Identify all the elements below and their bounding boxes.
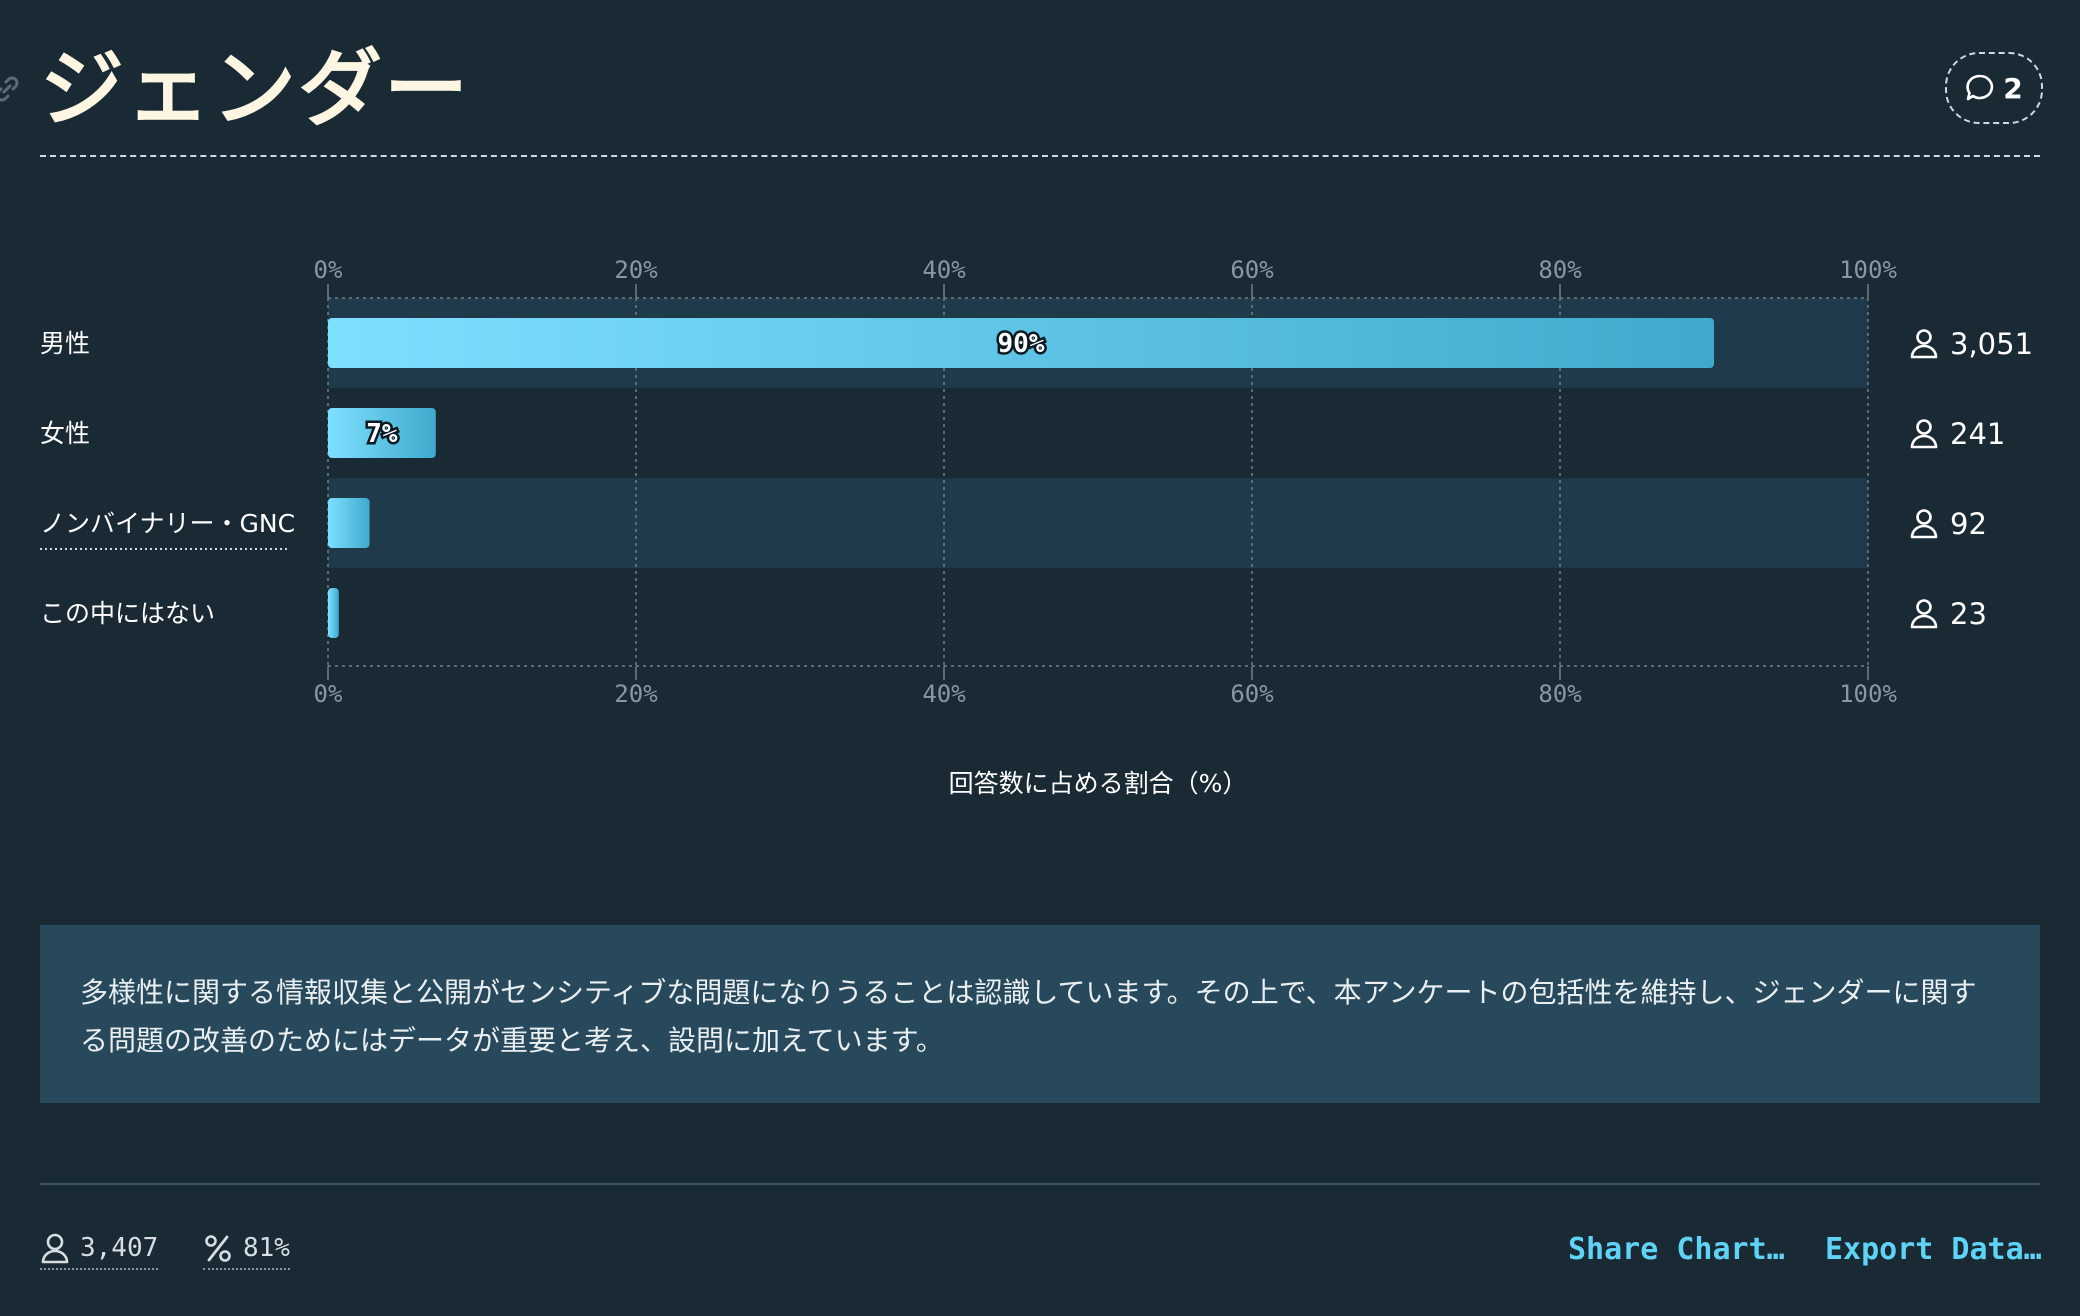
export-data-button[interactable]: Export Data…: [1825, 1232, 2042, 1267]
row-background: [328, 478, 1868, 568]
footer-divider: [40, 1183, 2040, 1185]
x-tick-label-top: 60%: [1230, 256, 1274, 284]
respondent-count: 92: [1950, 507, 1987, 541]
x-tick-label-bottom: 20%: [614, 680, 658, 708]
respondent-count: 241: [1950, 417, 2005, 451]
person-icon-body: [1910, 524, 1938, 539]
x-tick-label-top: 40%: [922, 256, 966, 284]
respondents-count: 3,407: [80, 1233, 159, 1263]
percentage-value: 81%: [243, 1233, 290, 1263]
x-tick-label-bottom: 100%: [1839, 680, 1897, 708]
person-icon-head: [1916, 599, 1932, 615]
category-label: 女性: [40, 419, 90, 448]
x-tick-label-top: 100%: [1839, 256, 1897, 284]
person-icon: [1910, 419, 1938, 449]
person-icon-body: [1910, 344, 1938, 359]
x-tick-label-bottom: 40%: [922, 680, 966, 708]
person-icon: [41, 1233, 69, 1264]
person-icon: [1910, 509, 1938, 539]
person-icon-head: [1916, 329, 1932, 345]
info-note-text: 多様性に関する情報収集と公開がセンシティブな問題になりうることは認識しています。…: [80, 976, 1977, 1057]
respondent-count: 23: [1950, 597, 1987, 631]
person-icon-body: [1910, 614, 1938, 629]
person-icon-head: [1916, 419, 1932, 435]
person-icon: [1910, 599, 1938, 629]
x-tick-label-top: 20%: [614, 256, 658, 284]
bar-value-label: 90%: [998, 329, 1045, 359]
person-icon-head: [1916, 509, 1932, 525]
percentage-stat[interactable]: 81%: [203, 1232, 290, 1270]
bar-value-label: 7%: [366, 419, 398, 449]
x-tick-label-bottom: 80%: [1538, 680, 1582, 708]
respondent-count: 3,051: [1950, 327, 2033, 361]
gender-bar-chart: 0% 0% 20% 20% 40% 40% 60% 60% 80% 80% 100% 100% 男性 90…: [40, 256, 2033, 798]
x-tick-label-bottom: 0%: [314, 680, 343, 708]
person-icon-body: [1910, 434, 1938, 449]
share-chart-button[interactable]: Share Chart…: [1568, 1232, 1785, 1267]
category-label: この中にはない: [40, 599, 215, 628]
category-label: ノンバイナリー・GNC: [40, 509, 295, 538]
x-tick-label-top: 80%: [1538, 256, 1582, 284]
bar: [328, 588, 339, 638]
percent-icon: [205, 1235, 231, 1262]
respondents-stat[interactable]: 3,407: [40, 1232, 159, 1270]
x-tick-label-bottom: 60%: [1230, 680, 1274, 708]
bar: [328, 498, 370, 548]
x-axis-label: 回答数に占める割合（%）: [949, 769, 1248, 798]
category-label: 男性: [40, 329, 90, 358]
info-note: 多様性に関する情報収集と公開がセンシティブな問題になりうることは認識しています。…: [40, 925, 2040, 1103]
person-icon: [1910, 329, 1938, 359]
x-tick-label-top: 0%: [314, 256, 343, 284]
